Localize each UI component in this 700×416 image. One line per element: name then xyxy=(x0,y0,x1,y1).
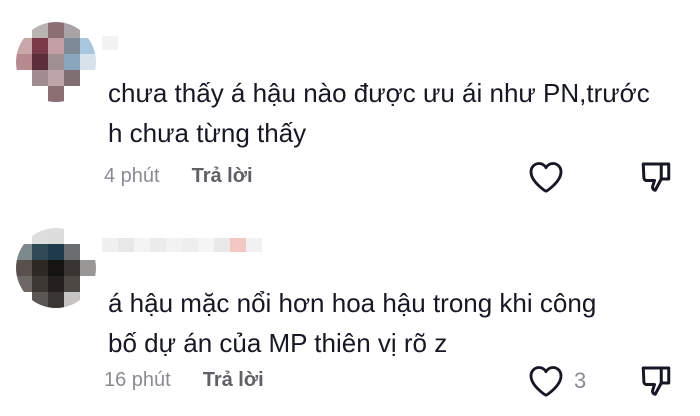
comment-text-line: á hậu mặc nổi hơn hoa hậu trong khi công xyxy=(108,288,597,318)
reply-button[interactable]: Trả lời xyxy=(203,369,264,392)
avatar-pixel xyxy=(48,228,64,244)
username-pixel xyxy=(166,238,182,252)
avatar-pixel xyxy=(16,276,32,292)
avatar-pixel xyxy=(80,276,96,292)
timestamp: 16 phút xyxy=(104,368,171,391)
dislike-button[interactable] xyxy=(638,362,674,403)
avatar-pixel xyxy=(48,244,64,260)
avatar-pixel xyxy=(80,260,96,276)
username-pixel xyxy=(182,238,198,252)
avatar-pixel xyxy=(48,276,64,292)
avatar-pixel xyxy=(80,292,96,308)
avatar-pixel xyxy=(80,244,96,260)
comment-text-line: bố dự án của MP thiên vị rõ z xyxy=(108,328,448,358)
username-pixel xyxy=(198,238,214,252)
avatar-pixel xyxy=(32,228,48,244)
avatar-pixel xyxy=(80,228,96,244)
thumbs-down-icon xyxy=(641,366,671,396)
avatar-pixel xyxy=(64,276,80,292)
avatar-pixel xyxy=(16,244,32,260)
avatar-pixel xyxy=(16,292,32,308)
comment-text: á hậu mặc nổi hơn hoa hậu trong khi công… xyxy=(108,283,688,363)
heart-icon xyxy=(529,366,563,397)
username-pixel xyxy=(150,238,166,252)
username-pixel xyxy=(118,238,134,252)
avatar-pixel xyxy=(64,292,80,308)
like-count: 3 xyxy=(574,368,587,393)
avatar-pixel xyxy=(32,292,48,308)
comment-meta: 16 phút Trả lời xyxy=(104,366,264,394)
avatar-pixel xyxy=(16,260,32,276)
avatar-pixel xyxy=(64,260,80,276)
username-pixel xyxy=(230,238,246,252)
avatar-pixel xyxy=(64,228,80,244)
comment-item-2: á hậu mặc nổi hơn hoa hậu trong khi công… xyxy=(0,0,700,416)
avatar-pixel xyxy=(16,228,32,244)
username-pixel xyxy=(134,238,150,252)
avatar-pixel xyxy=(64,244,80,260)
username-pixel xyxy=(246,238,262,252)
avatar-pixel xyxy=(48,260,64,276)
avatar-pixel xyxy=(48,292,64,308)
avatar-pixel xyxy=(32,260,48,276)
avatar-pixel xyxy=(32,244,48,260)
username-pixel xyxy=(214,238,230,252)
username[interactable] xyxy=(102,238,262,266)
avatar[interactable] xyxy=(16,228,96,308)
like-button[interactable]: 3 xyxy=(528,364,586,398)
username-pixel xyxy=(102,238,118,252)
avatar-pixel xyxy=(32,276,48,292)
